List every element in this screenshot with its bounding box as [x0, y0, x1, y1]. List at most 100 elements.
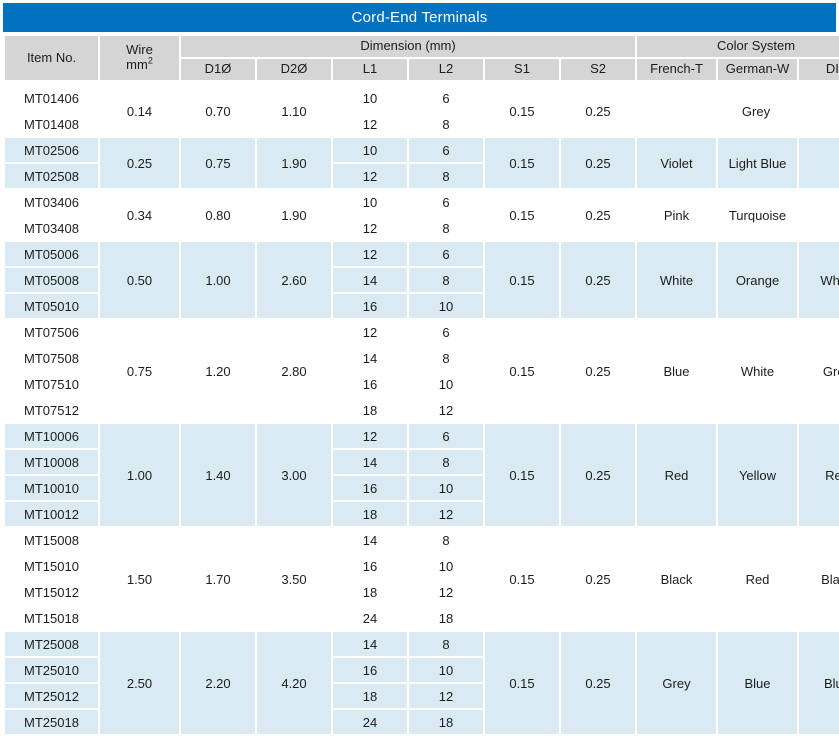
cell-item-no: MT10010 — [5, 476, 98, 500]
cell-item-no: MT25012 — [5, 684, 98, 708]
cell-wire: 0.34 — [126, 207, 153, 223]
cell-s1: 0.15 — [485, 242, 559, 318]
cell-d1: 0.70 — [205, 103, 231, 119]
table-row: MT02506 0.25 0.75 1.90 10 6 0.15 0.25 Violet Ligh… — [5, 138, 839, 188]
cell-wire: 2.50 — [100, 632, 179, 734]
cell-french-t: Pink — [663, 207, 690, 223]
page-title: Cord-End Terminals — [3, 3, 836, 32]
cell-l1: 16 — [333, 476, 407, 500]
cell-l2: 10 — [438, 376, 454, 392]
cell-item-no: MT25008 — [5, 632, 98, 656]
cell-french-t: Grey — [637, 632, 716, 734]
cell-l1: 10 — [362, 194, 378, 210]
table-row-group: MT15008 1.50 1.70 3.50 14 8 0.15 0.25 Black Red Bl… — [5, 528, 839, 630]
cell-l1: 16 — [362, 376, 378, 392]
cell-l2: 12 — [438, 584, 454, 600]
cell-l1: 12 — [333, 242, 407, 266]
header-wire-unit: mm — [126, 57, 148, 72]
cell-l1: 16 — [362, 558, 378, 574]
cell-item-no: MT25010 — [5, 658, 98, 682]
header-din: DIN — [799, 59, 839, 80]
header-dimension-group: Dimension (mm) — [181, 36, 636, 57]
cell-s1: 0.15 — [509, 363, 535, 379]
cell-item-no: MT01408 — [24, 116, 79, 132]
cell-din: Grey — [822, 363, 839, 379]
cell-german-w: Turquoise — [728, 207, 787, 223]
cell-din: White — [799, 242, 839, 318]
cell-l1: 16 — [333, 658, 407, 682]
cell-l2: 8 — [442, 116, 450, 132]
cell-s2: 0.25 — [561, 424, 635, 526]
table-row-group: MT02506 0.25 0.75 1.90 10 6 0.15 0.25 Violet Ligh… — [5, 138, 839, 188]
cell-item-no: MT07506 — [24, 324, 79, 340]
cell-wire: 0.50 — [100, 242, 179, 318]
header-item-no: Item No. — [5, 36, 98, 80]
cell-s2: 0.25 — [561, 632, 635, 734]
cell-wire: 1.50 — [126, 571, 153, 587]
cell-d1: 1.70 — [205, 571, 231, 587]
cell-l1: 18 — [362, 402, 378, 418]
cell-german-w: Yellow — [718, 424, 797, 526]
cell-l1: 12 — [362, 116, 378, 132]
cell-l1: 10 — [333, 138, 407, 162]
cell-din: Blue — [799, 632, 839, 734]
cell-french-t: Blue — [663, 363, 690, 379]
cell-item-no: MT03406 — [24, 194, 79, 210]
cell-d1: 0.80 — [205, 207, 231, 223]
cell-item-no: MT07510 — [24, 376, 79, 392]
cell-item-no: MT03408 — [24, 220, 79, 236]
cell-l2: 8 — [442, 220, 450, 236]
cell-item-no: MT15012 — [24, 584, 79, 600]
table-row: MT03406 0.34 0.80 1.90 10 6 0.15 0.25 Pink Turquo… — [5, 190, 839, 223]
table-row-group: MT07506 0.75 1.20 2.80 12 6 0.15 0.25 Blue White G… — [5, 320, 839, 422]
table-row: MT05006 0.50 1.00 2.60 12 6 0.15 0.25 White Orang… — [5, 242, 839, 318]
cell-german-w: Red — [745, 571, 770, 587]
cell-german-w: Light Blue — [718, 138, 797, 188]
cell-d2: 1.90 — [257, 138, 331, 188]
cell-l1: 14 — [333, 268, 407, 292]
cell-french-t: Black — [660, 571, 693, 587]
cell-s2: 0.25 — [585, 103, 611, 119]
cell-din — [799, 138, 839, 188]
cell-l2: 12 — [438, 402, 454, 418]
cell-french-t: Red — [637, 424, 716, 526]
cell-item-no: MT10006 — [5, 424, 98, 448]
cell-l2: 8 — [409, 164, 483, 188]
cell-l2: 8 — [442, 350, 450, 366]
cell-d2: 2.80 — [281, 363, 307, 379]
cell-wire: 0.25 — [100, 138, 179, 188]
cell-item-no: MT15008 — [24, 532, 79, 548]
table-row-group: MT03406 0.34 0.80 1.90 10 6 0.15 0.25 Pink Turquo… — [5, 190, 839, 240]
cell-l1: 18 — [333, 502, 407, 526]
cell-color-merged: Grey — [741, 103, 771, 119]
cell-l2: 6 — [409, 242, 483, 266]
cell-d2: 3.00 — [257, 424, 331, 526]
table-body: MT01406 0.14 0.70 1.10 10 6 0.15 0.25 Grey MT0140… — [3, 84, 839, 736]
cell-l2: 18 — [438, 610, 454, 626]
cell-s2: 0.25 — [585, 571, 611, 587]
cell-l1: 12 — [362, 220, 378, 236]
cell-l1: 14 — [333, 450, 407, 474]
cell-s2: 0.25 — [561, 138, 635, 188]
cell-french-t: Violet — [637, 138, 716, 188]
table-row-group: MT01406 0.14 0.70 1.10 10 6 0.15 0.25 Grey MT0140… — [5, 86, 839, 136]
header-french-t: French-T — [637, 59, 717, 80]
cell-l1: 16 — [333, 294, 407, 318]
cell-d1: 1.00 — [181, 242, 255, 318]
cell-item-no: MT05008 — [5, 268, 98, 292]
cell-item-no: MT02506 — [5, 138, 98, 162]
cell-item-no: MT15018 — [24, 610, 79, 626]
table-row: MT15008 1.50 1.70 3.50 14 8 0.15 0.25 Black Red Bl… — [5, 528, 839, 587]
header-d2: D2Ø — [257, 59, 331, 80]
cell-d2: 3.50 — [281, 571, 307, 587]
table-row-group: MT25008 2.50 2.20 4.20 14 8 0.15 0.25 Grey Blue Bl… — [5, 632, 839, 734]
cell-l1: 14 — [362, 532, 378, 548]
cell-d1: 0.75 — [181, 138, 255, 188]
table-row: MT10006 1.00 1.40 3.00 12 6 0.15 0.25 Red Yellow R… — [5, 424, 839, 526]
cell-d1: 1.40 — [181, 424, 255, 526]
header-s2: S2 — [561, 59, 636, 80]
cell-french-t: White — [637, 242, 716, 318]
cell-l2: 8 — [409, 268, 483, 292]
table-row: MT25008 2.50 2.20 4.20 14 8 0.15 0.25 Grey Blue Bl… — [5, 632, 839, 734]
cell-wire: 1.00 — [100, 424, 179, 526]
